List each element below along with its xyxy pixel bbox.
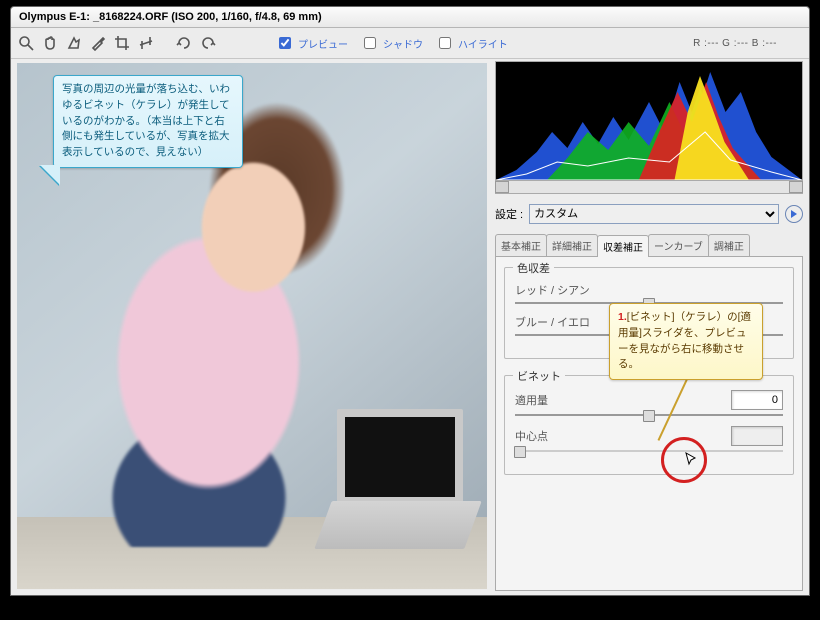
preview-check-label: プレビュー (298, 36, 348, 51)
vignette-amount-slider[interactable] (515, 414, 783, 416)
tab-basic[interactable]: 基本補正 (495, 234, 547, 256)
red-cyan-row: レッド / シアン (515, 282, 783, 298)
hand-icon[interactable] (41, 34, 59, 52)
shadow-checkbox[interactable]: シャドウ (360, 34, 423, 52)
laptop-in-photo (313, 409, 473, 549)
red-cyan-label: レッド / シアン (515, 282, 595, 298)
rotate-ccw-icon[interactable] (175, 34, 193, 52)
window-title: Olympus E-1: _8168224.ORF (ISO 200, 1/16… (19, 11, 322, 23)
tab-curve[interactable]: ーンカーブ (648, 234, 709, 256)
vignette-midpoint-row: 中心点 (515, 426, 783, 446)
titlebar: Olympus E-1: _8168224.ORF (ISO 200, 1/16… (11, 7, 809, 28)
highlight-check-label: ハイライト (458, 36, 508, 51)
wb-icon[interactable] (65, 34, 83, 52)
crop-icon[interactable] (113, 34, 131, 52)
shadow-check-label: シャドウ (383, 36, 423, 51)
app-window: Olympus E-1: _8168224.ORF (ISO 200, 1/16… (10, 6, 810, 596)
vignette-midpoint-label: 中心点 (515, 428, 595, 444)
histogram-scrollbar[interactable] (495, 181, 803, 194)
vignette-legend: ビネット (513, 368, 565, 384)
tabs: 基本補正 詳細補正 収差補正 ーンカーブ 調補正 (495, 234, 803, 257)
settings-row: 設定 : カスタム (495, 204, 803, 224)
zoom-icon[interactable] (17, 34, 35, 52)
straighten-icon[interactable] (137, 34, 155, 52)
annotation-text: [ビネット]（ケラレ）の[適用量]スライダを、プレビューを見ながら右に移動させる… (618, 311, 751, 370)
apply-preset-button[interactable] (785, 205, 803, 223)
tab-lens[interactable]: 収差補正 (597, 235, 649, 257)
preview-check-input[interactable] (279, 37, 291, 49)
highlight-check-input[interactable] (439, 37, 451, 49)
vignette-midpoint-slider-row (515, 450, 783, 452)
vignette-group: ビネット 適用量 中心点 (504, 375, 794, 475)
vignette-amount-label: 適用量 (515, 392, 595, 408)
tab-detail[interactable]: 詳細補正 (546, 234, 598, 256)
vignette-amount-row: 適用量 (515, 390, 783, 410)
rgb-readout: R :--- G :--- B :--- (693, 38, 777, 49)
preview-checkbox[interactable]: プレビュー (275, 34, 348, 52)
shadow-check-input[interactable] (364, 37, 376, 49)
settings-label: 設定 : (495, 206, 523, 222)
vignette-amount-slider-row (515, 414, 783, 416)
highlight-checkbox[interactable]: ハイライト (435, 34, 508, 52)
histogram[interactable] (495, 61, 803, 181)
vignette-midpoint-slider (515, 450, 783, 452)
toolbar: プレビュー シャドウ ハイライト R :--- G :--- B :--- (11, 28, 809, 59)
cursor-icon (684, 451, 700, 470)
sample-icon[interactable] (89, 34, 107, 52)
tab-calibrate[interactable]: 調補正 (708, 234, 750, 256)
settings-dropdown[interactable]: カスタム (529, 204, 779, 224)
chromatic-legend: 色収差 (513, 260, 554, 276)
annotation-callout-yellow: 1.[ビネット]（ケラレ）の[適用量]スライダを、プレビューを見ながら右に移動さ… (609, 303, 763, 380)
vignette-midpoint-input (731, 426, 783, 446)
annotation-number: 1. (618, 311, 627, 323)
rotate-cw-icon[interactable] (199, 34, 217, 52)
blue-yellow-label: ブルー / イエロ (515, 314, 595, 330)
preview-image[interactable]: 写真の周辺の光量が落ち込む、いわゆるビネット（ケラレ）が発生しているのがわかる。… (17, 63, 487, 589)
annotation-callout-blue: 写真の周辺の光量が落ち込む、いわゆるビネット（ケラレ）が発生しているのがわかる。… (53, 75, 243, 168)
vignette-amount-input[interactable] (731, 390, 783, 410)
